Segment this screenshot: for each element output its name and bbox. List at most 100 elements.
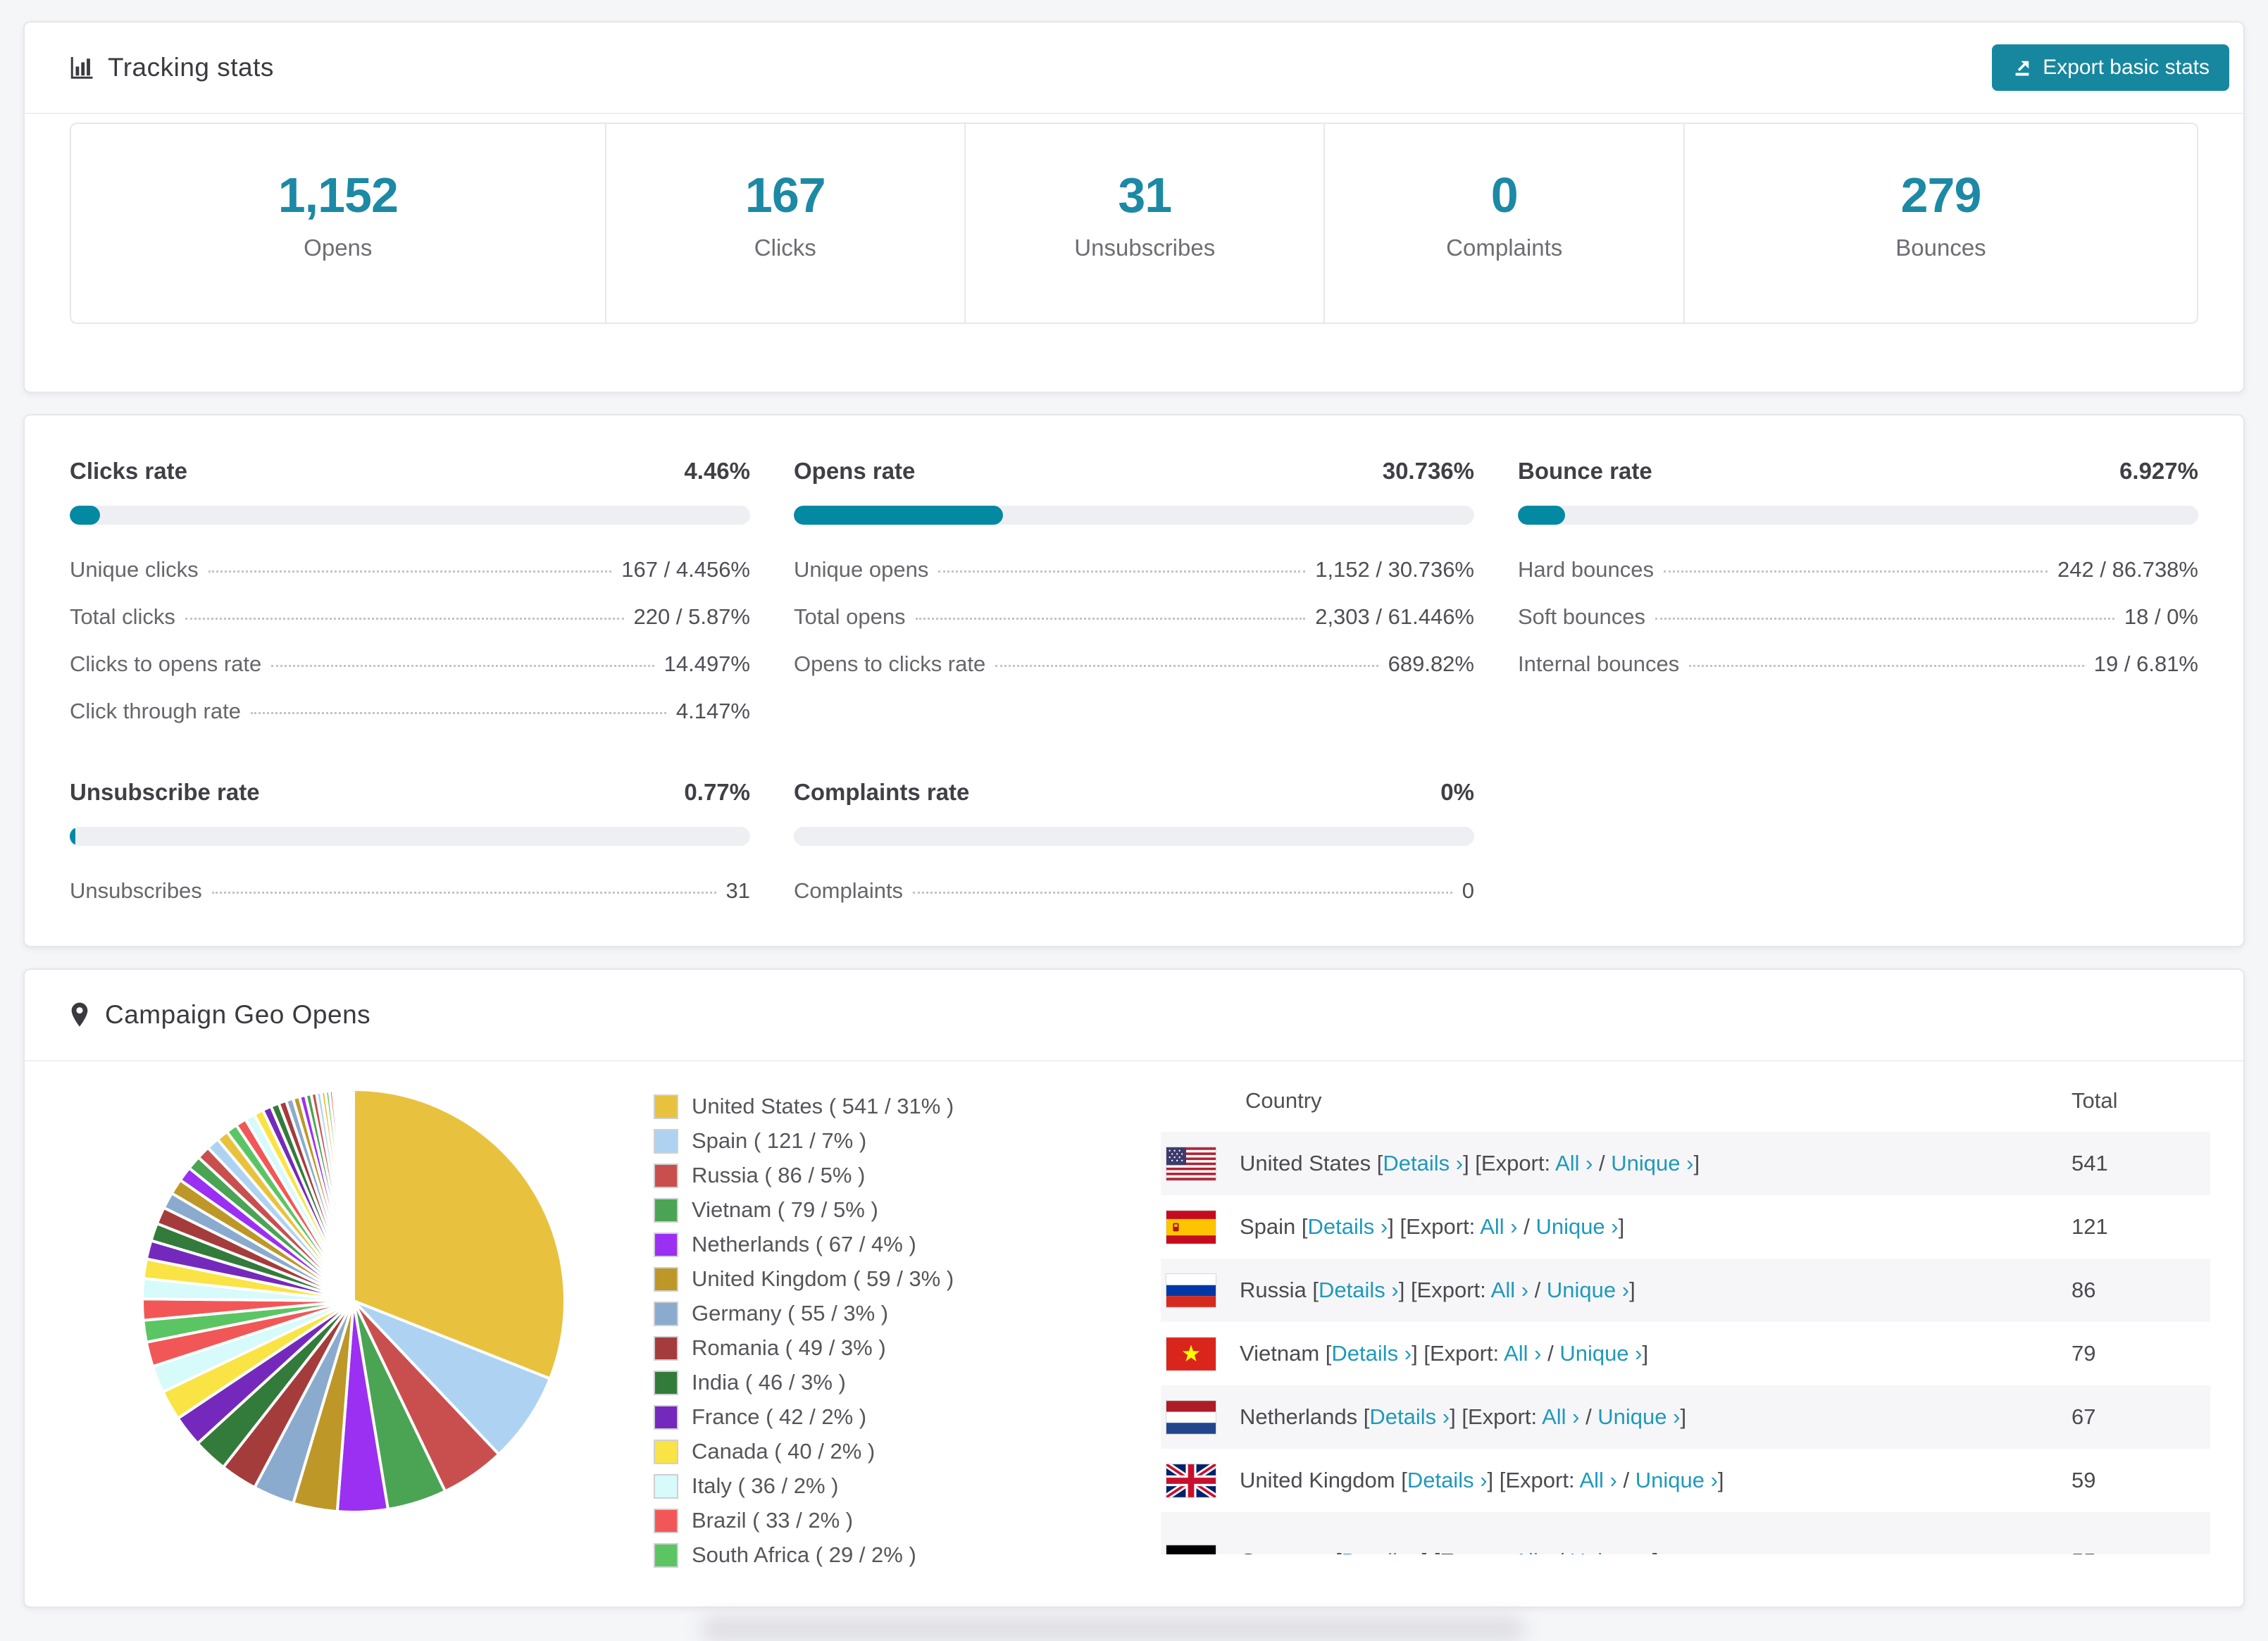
rate-block-bounce: Bounce rate 6.927% Hard bounces 242 / 86… [1518, 458, 2198, 724]
legend-label: Brazil ( 33 / 2% ) [692, 1508, 853, 1533]
summary-cell-opens: 1,152 Opens [71, 124, 605, 323]
rate-title: Clicks rate [70, 458, 187, 485]
export-unique-link[interactable]: Unique › [1547, 1278, 1629, 1302]
legend-label: United Kingdom ( 59 / 3% ) [692, 1266, 954, 1292]
summary-value: 279 [1901, 167, 1981, 223]
dotted-leader [1664, 570, 2048, 573]
total-value: 67 [2071, 1404, 2095, 1430]
country-name: Spain [1240, 1214, 1295, 1239]
rate-row-label: Clicks to opens rate [70, 651, 261, 677]
dotted-leader [1655, 618, 2114, 620]
geo-pie-chart [135, 1082, 572, 1519]
dotted-leader [913, 892, 1452, 894]
legend-item-italy[interactable]: Italy ( 36 / 2% ) [654, 1473, 1161, 1499]
total-column-header: Total [2071, 1088, 2117, 1113]
country-name: Germany [1240, 1549, 1329, 1554]
export-all-link[interactable]: All › [1514, 1549, 1551, 1554]
export-basic-stats-button[interactable]: Export basic stats [1992, 44, 2229, 91]
progress-bar [70, 827, 750, 846]
rate-row-label: Opens to clicks rate [794, 651, 985, 677]
nl-flag-icon [1166, 1401, 1216, 1434]
geo-header: Campaign Geo Opens [25, 970, 2243, 1061]
details-link[interactable]: Details › [1369, 1404, 1450, 1429]
rate-row-value: 689.82% [1388, 651, 1474, 677]
export-all-link[interactable]: All › [1480, 1214, 1517, 1239]
legend-item-canada[interactable]: Canada ( 40 / 2% ) [654, 1439, 1161, 1464]
summary-cell-unsubscribes: 31 Unsubscribes [964, 124, 1323, 323]
summary-label: Clicks [754, 235, 816, 261]
legend-label: Italy ( 36 / 2% ) [692, 1473, 838, 1499]
export-unique-link[interactable]: Unique › [1635, 1468, 1718, 1492]
export-unique-link[interactable]: Unique › [1611, 1151, 1693, 1175]
legend-item-united-states[interactable]: United States ( 541 / 31% ) [654, 1094, 1161, 1119]
legend-swatch [654, 1371, 678, 1395]
details-link[interactable]: Details › [1308, 1214, 1388, 1239]
export-all-link[interactable]: All › [1579, 1468, 1616, 1492]
export-unique-link[interactable]: Unique › [1535, 1214, 1618, 1239]
rate-row-label: Soft bounces [1518, 604, 1645, 630]
legend-item-vietnam[interactable]: Vietnam ( 79 / 5% ) [654, 1197, 1161, 1223]
dotted-leader [1689, 665, 2084, 667]
export-button-label: Export basic stats [2043, 56, 2210, 80]
details-link[interactable]: Details › [1342, 1549, 1422, 1554]
rate-row-value: 2,303 / 61.446% [1315, 604, 1474, 630]
rate-block-opens: Opens rate 30.736% Unique opens 1,152 / … [794, 458, 1474, 724]
legend-item-romania[interactable]: Romania ( 49 / 3% ) [654, 1335, 1161, 1361]
rate-row-value: 220 / 5.87% [634, 604, 750, 630]
progress-bar [794, 506, 1474, 525]
export-all-link[interactable]: All › [1555, 1151, 1593, 1175]
rate-row-label: Hard bounces [1518, 557, 1654, 582]
rate-block-complaints: Complaints rate 0% Complaints 0 [794, 779, 1474, 904]
legend-item-india[interactable]: India ( 46 / 3% ) [654, 1370, 1161, 1395]
export-unique-link[interactable]: Unique › [1570, 1549, 1652, 1554]
legend-item-russia[interactable]: Russia ( 86 / 5% ) [654, 1163, 1161, 1188]
legend-label: France ( 42 / 2% ) [692, 1404, 866, 1430]
legend-item-united-kingdom[interactable]: United Kingdom ( 59 / 3% ) [654, 1266, 1161, 1292]
legend-label: Romania ( 49 / 3% ) [692, 1335, 886, 1361]
country-name: Netherlands [1240, 1404, 1357, 1429]
export-all-link[interactable]: All › [1504, 1341, 1541, 1366]
rate-row-label: Click through rate [70, 699, 241, 724]
legend-swatch [654, 1094, 678, 1119]
geo-row-es: Spain [Details ›] [Export: All › / Uniqu… [1161, 1195, 2210, 1259]
legend-item-spain[interactable]: Spain ( 121 / 7% ) [654, 1128, 1161, 1154]
export-unique-link[interactable]: Unique › [1559, 1341, 1642, 1366]
details-link[interactable]: Details › [1407, 1468, 1488, 1492]
rate-row: Soft bounces 18 / 0% [1518, 604, 2198, 630]
rate-title: Opens rate [794, 458, 915, 485]
legend-item-france[interactable]: France ( 42 / 2% ) [654, 1404, 1161, 1430]
details-link[interactable]: Details › [1331, 1341, 1412, 1366]
geo-legend: United States ( 541 / 31% ) Spain ( 121 … [654, 1094, 1161, 1577]
summary-value: 1,152 [278, 167, 398, 223]
rate-title: Complaints rate [794, 779, 969, 806]
legend-item-germany[interactable]: Germany ( 55 / 3% ) [654, 1301, 1161, 1326]
progress-bar [1518, 506, 2198, 525]
legend-label: United States ( 541 / 31% ) [692, 1094, 954, 1119]
rate-row: Click through rate 4.147% [70, 699, 750, 724]
details-link[interactable]: Details › [1383, 1151, 1463, 1175]
vn-flag-icon [1166, 1337, 1216, 1371]
progress-bar [794, 827, 1474, 846]
legend-label: Spain ( 121 / 7% ) [692, 1128, 866, 1154]
export-unique-link[interactable]: Unique › [1597, 1404, 1680, 1429]
legend-label: Germany ( 55 / 3% ) [692, 1301, 888, 1326]
us-flag-icon [1166, 1147, 1216, 1180]
geo-title-wrap: Campaign Geo Opens [68, 1000, 370, 1030]
rate-row-value: 242 / 86.738% [2057, 557, 2198, 582]
legend-item-brazil[interactable]: Brazil ( 33 / 2% ) [654, 1508, 1161, 1533]
legend-item-south-africa[interactable]: South Africa ( 29 / 2% ) [654, 1542, 1161, 1568]
progress-fill [794, 506, 1003, 525]
details-link[interactable]: Details › [1319, 1278, 1399, 1302]
legend-item-netherlands[interactable]: Netherlands ( 67 / 4% ) [654, 1232, 1161, 1257]
rate-title: Unsubscribe rate [70, 779, 260, 806]
geo-row-us: United States [Details ›] [Export: All ›… [1161, 1132, 2210, 1195]
geo-content: United States ( 541 / 31% ) Spain ( 121 … [25, 1061, 2243, 1606]
geo-pie [135, 1082, 572, 1519]
rate-row-value: 14.497% [664, 651, 750, 677]
dotted-leader [938, 570, 1305, 573]
rate-block-unsubscribe: Unsubscribe rate 0.77% Unsubscribes 31 [70, 779, 750, 904]
rate-row: Total clicks 220 / 5.87% [70, 604, 750, 630]
export-all-link[interactable]: All › [1491, 1278, 1528, 1302]
export-all-link[interactable]: All › [1542, 1404, 1579, 1429]
rate-row-value: 4.147% [676, 699, 750, 724]
